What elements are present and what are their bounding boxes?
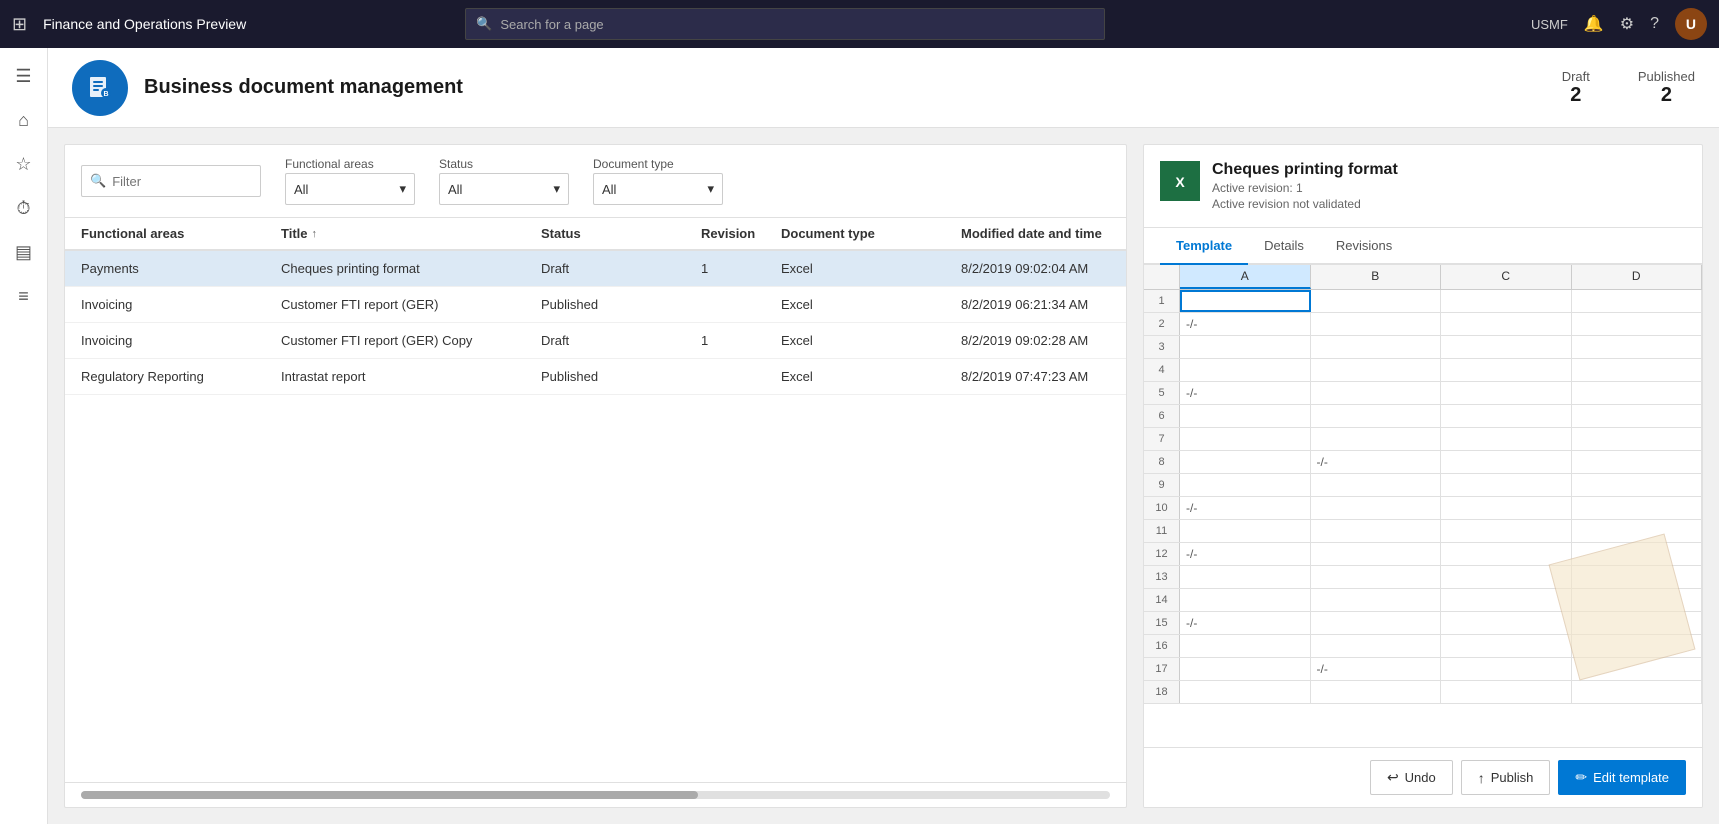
publish-icon: ↑ [1478,770,1485,786]
grid-icon[interactable]: ⊞ [12,14,27,35]
sheet-col-a[interactable]: A [1180,265,1311,289]
col-revision: Revision [701,226,781,241]
spreadsheet-preview: A B C D 1 2-/- 3 4 5-/- 6 7 8-/- [1144,265,1702,747]
list-item: 10-/- [1144,497,1702,520]
app-title: Finance and Operations Preview [43,16,246,32]
detail-tabs: Template Details Revisions [1144,228,1702,265]
edit-icon: ✏ [1575,769,1587,786]
functional-areas-label: Functional areas [285,157,415,171]
status-filter: Status All ▾ [439,157,569,205]
document-type-select[interactable]: All ▾ [593,173,723,205]
sidebar-icon-workspaces[interactable]: ▤ [4,232,44,272]
table-panel: 🔍 Functional areas All ▾ Status All ▾ [64,144,1127,808]
top-nav: ⊞ Finance and Operations Preview 🔍 Searc… [0,0,1719,48]
sheet-col-c[interactable]: C [1441,265,1572,289]
list-item: 8-/- [1144,451,1702,474]
sidebar-icon-home[interactable]: ⌂ [4,100,44,140]
tab-template[interactable]: Template [1160,228,1248,265]
status-select[interactable]: All ▾ [439,173,569,205]
document-type-label: Document type [593,157,723,171]
list-item: 11 [1144,520,1702,543]
search-icon: 🔍 [476,16,492,32]
publish-button[interactable]: ↑ Publish [1461,760,1551,795]
left-sidebar: ☰ ⌂ ☆ ⏱ ▤ ≡ [0,48,48,824]
page-icon: B [72,60,128,116]
detail-panel: X Cheques printing format Active revisio… [1143,144,1703,808]
excel-icon: X [1160,161,1200,201]
avatar[interactable]: U [1675,8,1707,40]
table-header: Functional areas Title ↑ Status Revision… [65,218,1126,251]
filter-input-wrap[interactable]: 🔍 [81,165,261,197]
table-row[interactable]: Invoicing Customer FTI report (GER) Copy… [65,323,1126,359]
table-row[interactable]: Invoicing Customer FTI report (GER) Publ… [65,287,1126,323]
undo-button[interactable]: ↩ Undo [1370,760,1453,795]
search-placeholder: Search for a page [500,17,603,32]
sheet-rows: 1 2-/- 3 4 5-/- 6 7 8-/- 9 10-/- 11 12-/… [1144,290,1702,747]
page-title: Business document management [144,76,463,99]
sheet-col-d[interactable]: D [1572,265,1703,289]
status-label: Status [439,157,569,171]
content-area: 🔍 Functional areas All ▾ Status All ▾ [48,128,1719,824]
functional-areas-filter: Functional areas All ▾ [285,157,415,205]
table-row[interactable]: Regulatory Reporting Intrastat report Pu… [65,359,1126,395]
chevron-down-icon: ▾ [399,181,406,197]
notification-icon[interactable]: 🔔 [1584,14,1604,34]
sidebar-icon-recent[interactable]: ⏱ [4,188,44,228]
list-item: 3 [1144,336,1702,359]
list-item: 5-/- [1144,382,1702,405]
undo-icon: ↩ [1387,769,1399,786]
detail-actions: ↩ Undo ↑ Publish ✏ Edit template [1144,747,1702,807]
table-row[interactable]: Payments Cheques printing format Draft 1… [65,251,1126,287]
list-item: 7 [1144,428,1702,451]
detail-header: X Cheques printing format Active revisio… [1144,145,1702,228]
col-status: Status [541,226,701,241]
col-title[interactable]: Title ↑ [281,226,541,241]
col-modified: Modified date and time [961,226,1110,241]
list-item: 4 [1144,359,1702,382]
page-header: B Business document management Draft 2 P… [48,48,1719,128]
filter-input[interactable] [112,174,252,189]
edit-template-button[interactable]: ✏ Edit template [1558,760,1686,795]
help-icon[interactable]: ? [1650,15,1659,33]
table-body: Payments Cheques printing format Draft 1… [65,251,1126,782]
user-label: USMF [1531,17,1568,32]
col-document-type: Document type [781,226,961,241]
col-functional-areas: Functional areas [81,226,281,241]
page-stats: Draft 2 Published 2 [1562,69,1695,107]
list-item: 6 [1144,405,1702,428]
functional-areas-select[interactable]: All ▾ [285,173,415,205]
stat-draft: Draft 2 [1562,69,1590,107]
filter-search-icon: 🔍 [90,173,106,189]
nav-right: USMF 🔔 ⚙ ? U [1531,8,1707,40]
main-area: B Business document management Draft 2 P… [48,48,1719,824]
svg-text:X: X [1175,174,1185,190]
document-type-filter: Document type All ▾ [593,157,723,205]
sidebar-icon-menu[interactable]: ☰ [4,56,44,96]
tab-revisions[interactable]: Revisions [1320,228,1408,265]
sort-asc-icon: ↑ [312,228,318,240]
list-item: 2-/- [1144,313,1702,336]
sidebar-icon-modules[interactable]: ≡ [4,276,44,316]
sheet-col-b[interactable]: B [1311,265,1442,289]
detail-title: Cheques printing format [1212,161,1398,179]
detail-subtitle1: Active revision: 1 [1212,181,1398,195]
sheet-col-headers: A B C D [1144,265,1702,290]
table-scrollbar[interactable] [65,782,1126,807]
list-item: 9 [1144,474,1702,497]
stat-published: Published 2 [1638,69,1695,107]
svg-text:B: B [103,91,108,98]
search-bar[interactable]: 🔍 Search for a page [465,8,1105,40]
detail-subtitle2: Active revision not validated [1212,197,1398,211]
list-item: 1 [1144,290,1702,313]
tab-details[interactable]: Details [1248,228,1320,265]
chevron-down-icon: ▾ [553,181,560,197]
settings-icon[interactable]: ⚙ [1620,14,1634,34]
sidebar-icon-favorites[interactable]: ☆ [4,144,44,184]
sheet-row-num-header [1144,265,1180,289]
chevron-down-icon: ▾ [707,181,714,197]
filter-bar: 🔍 Functional areas All ▾ Status All ▾ [65,145,1126,218]
list-item: 18 [1144,681,1702,704]
